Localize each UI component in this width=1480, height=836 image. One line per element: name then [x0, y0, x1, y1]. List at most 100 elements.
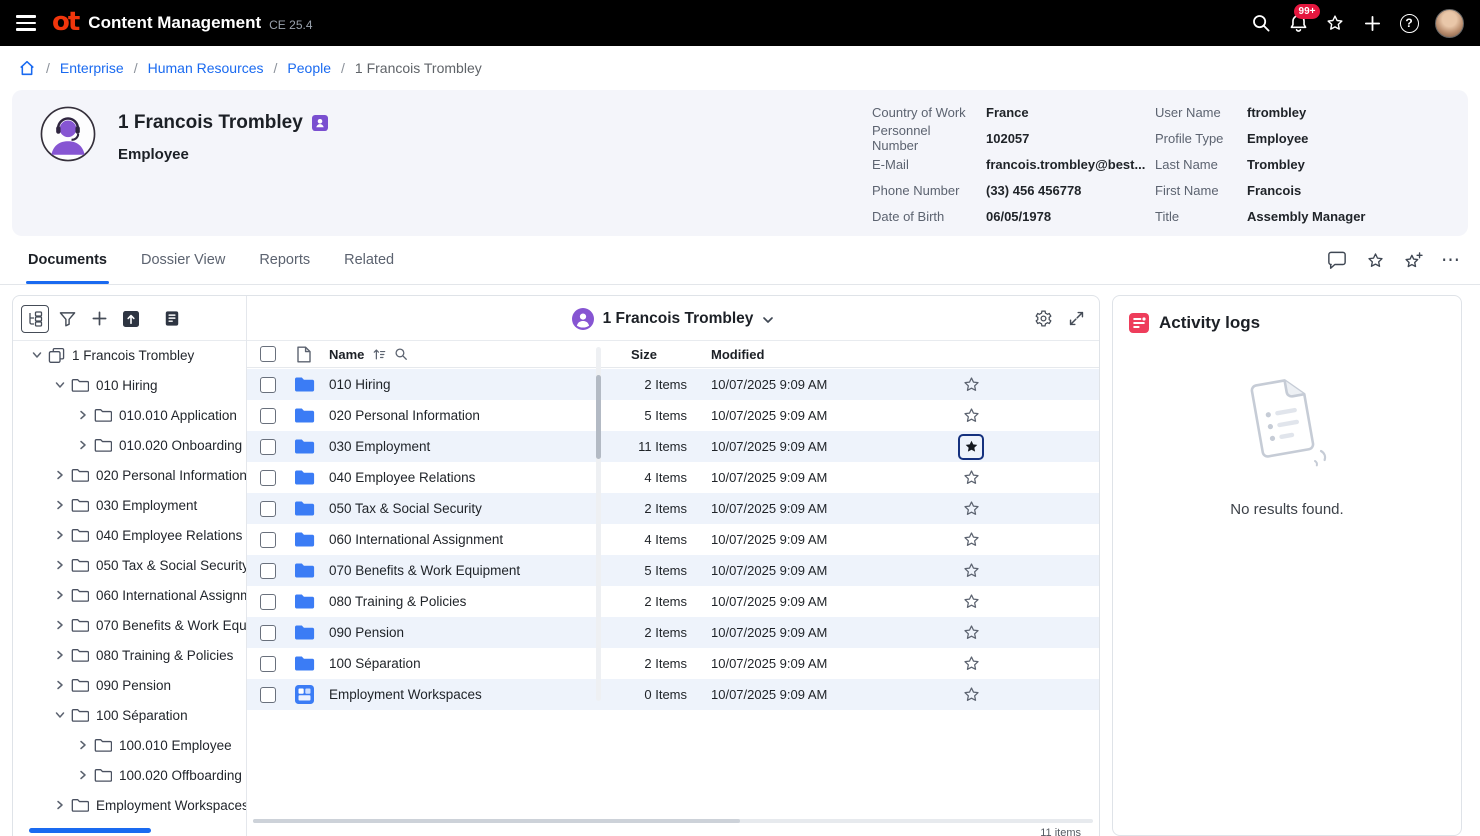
help-icon[interactable] [1397, 11, 1421, 35]
tree-item[interactable]: Employment Workspaces [13, 790, 246, 820]
table-row[interactable]: 070 Benefits & Work Equipment5 Items10/0… [247, 555, 1099, 586]
row-name[interactable]: 070 Benefits & Work Equipment [329, 563, 567, 578]
tab-related[interactable]: Related [342, 237, 396, 283]
table-row[interactable]: Employment Workspaces0 Items10/07/2025 9… [247, 679, 1099, 710]
row-checkbox[interactable] [260, 563, 276, 579]
tree-item[interactable]: 010 Hiring [13, 370, 246, 400]
row-checkbox[interactable] [260, 625, 276, 641]
tab-dossier-view[interactable]: Dossier View [139, 237, 227, 283]
settings-icon[interactable] [1034, 309, 1053, 328]
star-toggle[interactable] [958, 682, 984, 708]
tree-item[interactable]: 100.020 Offboarding [13, 760, 246, 790]
star-toggle[interactable] [958, 403, 984, 429]
search-icon[interactable] [1249, 11, 1273, 35]
chevron-right-icon[interactable] [52, 677, 68, 693]
tree-item[interactable]: 020 Personal Information [13, 460, 246, 490]
tab-documents[interactable]: Documents [26, 237, 109, 283]
breadcrumb-item[interactable]: Enterprise [60, 60, 124, 76]
breadcrumb-item[interactable]: Human Resources [148, 60, 264, 76]
star-toggle[interactable] [958, 589, 984, 615]
chevron-down-icon[interactable] [52, 377, 68, 393]
table-row[interactable]: 100 Séparation2 Items10/07/2025 9:09 AM [247, 648, 1099, 679]
favorites-icon[interactable] [1323, 11, 1347, 35]
star-toggle[interactable] [958, 372, 984, 398]
frozen-column-scrollbar[interactable] [596, 347, 601, 701]
horizontal-scrollbar[interactable] [253, 819, 1093, 823]
chevron-right-icon[interactable] [75, 767, 91, 783]
tree-item[interactable]: 060 International Assignment [13, 580, 246, 610]
row-checkbox[interactable] [260, 594, 276, 610]
column-size[interactable]: Size [631, 347, 657, 362]
star-add-icon[interactable] [1402, 251, 1424, 271]
chevron-right-icon[interactable] [52, 587, 68, 603]
star-toggle[interactable] [958, 527, 984, 553]
row-name[interactable]: 010 Hiring [329, 377, 567, 392]
tree-item[interactable]: 100.010 Employee [13, 730, 246, 760]
row-checkbox[interactable] [260, 532, 276, 548]
star-toggle[interactable] [958, 465, 984, 491]
star-icon[interactable] [1364, 251, 1386, 270]
tree-horizontal-scrollbar[interactable] [29, 828, 151, 833]
column-modified[interactable]: Modified [711, 347, 764, 362]
table-row[interactable]: 080 Training & Policies2 Items10/07/2025… [247, 586, 1099, 617]
file-type-column-icon[interactable] [293, 346, 315, 363]
table-row[interactable]: 090 Pension2 Items10/07/2025 9:09 AM [247, 617, 1099, 648]
row-name[interactable]: 020 Personal Information [329, 408, 567, 423]
chevron-right-icon[interactable] [52, 557, 68, 573]
row-name[interactable]: 040 Employee Relations [329, 470, 567, 485]
chevron-right-icon[interactable] [52, 617, 68, 633]
tree-item[interactable]: 010.020 Onboarding [13, 430, 246, 460]
comment-icon[interactable] [1326, 251, 1348, 270]
row-checkbox[interactable] [260, 408, 276, 424]
row-checkbox[interactable] [260, 439, 276, 455]
row-name[interactable]: 030 Employment [329, 439, 567, 454]
tree-item[interactable]: 100 Séparation [13, 700, 246, 730]
table-row[interactable]: 010 Hiring2 Items10/07/2025 9:09 AM [247, 369, 1099, 400]
table-row[interactable]: 050 Tax & Social Security2 Items10/07/20… [247, 493, 1099, 524]
menu-icon[interactable] [16, 11, 38, 34]
row-checkbox[interactable] [260, 687, 276, 703]
row-name[interactable]: 090 Pension [329, 625, 567, 640]
table-row[interactable]: 040 Employee Relations4 Items10/07/2025 … [247, 462, 1099, 493]
row-name[interactable]: 060 International Assignment [329, 532, 567, 547]
star-toggle[interactable] [958, 496, 984, 522]
star-toggle[interactable] [958, 620, 984, 646]
tree-item[interactable]: 040 Employee Relations [13, 520, 246, 550]
table-row[interactable]: 030 Employment11 Items10/07/2025 9:09 AM [247, 431, 1099, 462]
row-checkbox[interactable] [260, 377, 276, 393]
chevron-right-icon[interactable] [52, 497, 68, 513]
row-name[interactable]: 050 Tax & Social Security [329, 501, 567, 516]
table-row[interactable]: 020 Personal Information5 Items10/07/202… [247, 400, 1099, 431]
row-name[interactable]: 080 Training & Policies [329, 594, 567, 609]
chevron-right-icon[interactable] [75, 407, 91, 423]
column-name[interactable]: Name [329, 347, 408, 362]
tab-reports[interactable]: Reports [257, 237, 312, 283]
chevron-right-icon[interactable] [52, 647, 68, 663]
chevron-down-icon[interactable] [52, 707, 68, 723]
chevron-right-icon[interactable] [52, 527, 68, 543]
user-avatar[interactable] [1435, 9, 1464, 38]
row-name[interactable]: Employment Workspaces [329, 687, 567, 702]
select-all-checkbox[interactable] [260, 346, 276, 362]
expand-icon[interactable] [1068, 310, 1085, 327]
tree-item[interactable]: 070 Benefits & Work Equipment [13, 610, 246, 640]
row-checkbox[interactable] [260, 470, 276, 486]
notifications-icon[interactable]: 99+ [1286, 11, 1310, 35]
tree-item[interactable]: 010.010 Application [13, 400, 246, 430]
star-toggle[interactable] [958, 651, 984, 677]
chevron-right-icon[interactable] [75, 437, 91, 453]
tree-item[interactable]: 080 Training & Policies [13, 640, 246, 670]
table-row[interactable]: 060 International Assignment4 Items10/07… [247, 524, 1099, 555]
home-icon[interactable] [18, 59, 36, 77]
tree-item[interactable]: 030 Employment [13, 490, 246, 520]
column-search-icon[interactable] [394, 347, 408, 361]
sort-ascending-icon[interactable] [372, 347, 386, 361]
star-toggle[interactable] [958, 434, 984, 460]
tree-item[interactable]: 1 Francois Trombley [13, 340, 246, 370]
tree-item[interactable]: 050 Tax & Social Security [13, 550, 246, 580]
chevron-right-icon[interactable] [75, 737, 91, 753]
chevron-right-icon[interactable] [52, 467, 68, 483]
row-checkbox[interactable] [260, 501, 276, 517]
chevron-down-icon[interactable] [29, 347, 45, 363]
more-options-icon[interactable]: ⋯ [1440, 249, 1462, 272]
